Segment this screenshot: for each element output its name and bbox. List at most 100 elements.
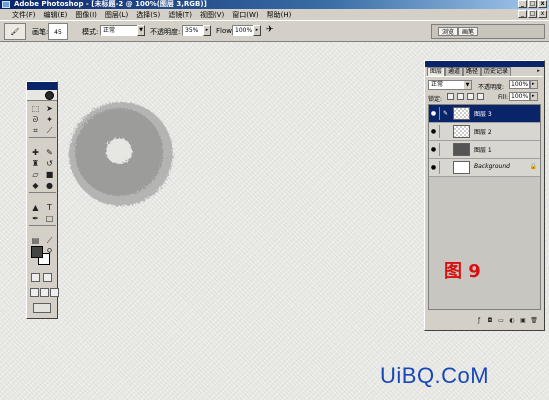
full-screen-button[interactable] [50, 288, 59, 297]
history-brush-tool-icon[interactable]: ↺ [43, 158, 56, 169]
layer-thumbnail [453, 161, 470, 174]
type-tool-icon[interactable]: T [43, 202, 56, 213]
path-selection-tool-icon[interactable]: ▲ [29, 202, 42, 213]
brush-size-picker[interactable]: 45 [48, 23, 68, 40]
magic-wand-tool-icon[interactable]: ✦ [43, 114, 56, 125]
healing-brush-tool-icon[interactable]: ✚ [29, 147, 42, 158]
standard-screen-button[interactable] [30, 288, 39, 297]
menu-layer[interactable]: 图层(L) [101, 10, 132, 20]
layer-thumbnail [453, 107, 470, 120]
painted-ring [69, 102, 173, 206]
tab-history[interactable]: 历史记录 [481, 67, 512, 76]
site-watermark: UiBQ.CoM [380, 363, 490, 388]
tab-paths[interactable]: 路径 [463, 67, 482, 76]
flow-slider-icon[interactable]: ▸ [253, 25, 261, 36]
shape-tool-icon[interactable]: □ [43, 213, 56, 224]
doc-restore-button[interactable]: □ [528, 10, 537, 18]
palette-tab-brushes[interactable]: 画笔 [458, 27, 479, 36]
lock-all-checkbox[interactable] [477, 93, 484, 100]
palette-tab-browser[interactable]: 浏览 [438, 27, 459, 36]
layer-thumbnail [453, 125, 470, 138]
menu-bar: 文件(F) 编辑(E) 图像(I) 图层(L) 选择(S) 滤镜(T) 视图(V… [0, 9, 549, 20]
pen-tool-icon[interactable]: ✒ [29, 213, 42, 224]
layer-row-2[interactable]: ● 图层 2 [429, 123, 540, 141]
close-button[interactable]: x [538, 0, 547, 8]
quick-mask-button[interactable] [43, 273, 52, 282]
layer-row-1[interactable]: ● 图层 1 [429, 141, 540, 159]
minimize-button[interactable]: _ [518, 0, 527, 8]
clone-stamp-tool-icon[interactable]: ♜ [29, 158, 42, 169]
menu-edit[interactable]: 编辑(E) [40, 10, 72, 20]
link-slot[interactable] [439, 161, 451, 174]
tab-layers[interactable]: 图层 [427, 67, 446, 76]
notes-tool-icon[interactable]: ▤ [29, 235, 42, 246]
menu-help[interactable]: 帮助(H) [263, 10, 296, 20]
lock-icon: 🔒 [529, 163, 537, 170]
toolbox-logo[interactable] [27, 90, 57, 101]
layer-name: 图层 3 [474, 111, 492, 118]
new-set-icon[interactable]: ▭ [497, 317, 505, 325]
opacity-slider-icon[interactable]: ▸ [203, 25, 211, 36]
fill-input[interactable]: 100% [509, 92, 530, 101]
menu-window[interactable]: 窗口(W) [228, 10, 262, 20]
brush-tool-icon[interactable]: ✎ [43, 147, 56, 158]
layer-row-3[interactable]: ● ✎ 图层 3 [429, 105, 540, 123]
ring-hole [106, 138, 132, 164]
brush-icon: 🖌 [10, 27, 20, 36]
gradient-tool-icon[interactable]: ■ [43, 169, 56, 180]
visibility-eye-icon[interactable]: ● [430, 146, 437, 153]
menu-image[interactable]: 图像(I) [71, 10, 101, 20]
panel-menu-icon[interactable]: ▸ [535, 68, 542, 75]
doc-close-button[interactable]: x [538, 10, 547, 18]
add-mask-icon[interactable]: ◘ [486, 317, 494, 325]
layer-opacity-slider-icon[interactable]: ▸ [530, 80, 538, 89]
marquee-tool-icon[interactable]: ⬚ [29, 103, 42, 114]
tool-separator [29, 192, 56, 195]
slice-tool-icon[interactable]: ⟋ [43, 125, 56, 136]
lock-transparency-checkbox[interactable] [447, 93, 454, 100]
maximize-button[interactable]: □ [528, 0, 537, 8]
lock-options [447, 93, 484, 100]
visibility-eye-icon[interactable]: ● [430, 110, 437, 117]
layers-panel: 图层 通道 路径 历史记录 ▸ 正常 ▼ 不透明度: 100% ▸ 锁定: Fi… [424, 60, 545, 331]
move-tool-icon[interactable]: ➤ [43, 103, 56, 114]
menu-filter[interactable]: 滤镜(T) [164, 10, 196, 20]
layer-name: 图层 2 [474, 129, 492, 136]
visibility-eye-icon[interactable]: ● [430, 128, 437, 135]
tab-channels[interactable]: 通道 [445, 67, 464, 76]
flow-input[interactable]: 100% [232, 25, 254, 36]
menu-select[interactable]: 选择(S) [132, 10, 164, 20]
airbrush-icon[interactable]: ✈ [266, 25, 274, 35]
visibility-eye-icon[interactable]: ● [430, 164, 437, 171]
tool-preset-picker[interactable]: 🖌 [4, 23, 26, 40]
blend-mode-dropdown-icon[interactable]: ▼ [464, 81, 471, 89]
lasso-tool-icon[interactable]: ᘐ [29, 114, 42, 125]
layer-style-icon[interactable]: ƒ [475, 317, 483, 325]
layer-opacity-input[interactable]: 100% [509, 80, 530, 89]
fill-slider-icon[interactable]: ▸ [530, 92, 538, 101]
link-slot[interactable] [439, 125, 451, 138]
lock-image-checkbox[interactable] [457, 93, 464, 100]
blur-tool-icon[interactable]: ◆ [29, 180, 42, 191]
menu-file[interactable]: 文件(F) [8, 10, 40, 20]
lock-position-checkbox[interactable] [467, 93, 474, 100]
full-screen-menu-button[interactable] [40, 288, 49, 297]
mode-dropdown-icon[interactable]: ▼ [137, 25, 145, 36]
figure-label: 图 9 [444, 261, 481, 282]
crop-tool-icon[interactable]: ⌗ [29, 125, 42, 136]
trash-icon[interactable]: 🗑 [530, 317, 538, 325]
opacity-input[interactable]: 35% [182, 25, 204, 36]
adjustment-layer-icon[interactable]: ◐ [508, 317, 516, 325]
dodge-tool-icon[interactable]: ● [43, 180, 56, 191]
eyedropper-tool-icon[interactable]: ⟋ [43, 235, 56, 246]
menu-view[interactable]: 视图(V) [196, 10, 228, 20]
standard-mode-button[interactable] [31, 273, 40, 282]
layer-row-background[interactable]: ● Background 🔒 [429, 159, 540, 177]
jump-to-imageready-button[interactable] [33, 303, 51, 313]
eraser-tool-icon[interactable]: ▱ [29, 169, 42, 180]
foreground-color-swatch[interactable] [31, 246, 43, 258]
toolbox-title-bar[interactable] [27, 82, 57, 90]
link-slot[interactable] [439, 143, 451, 156]
new-layer-icon[interactable]: ▣ [519, 317, 527, 325]
doc-minimize-button[interactable]: _ [518, 10, 527, 18]
